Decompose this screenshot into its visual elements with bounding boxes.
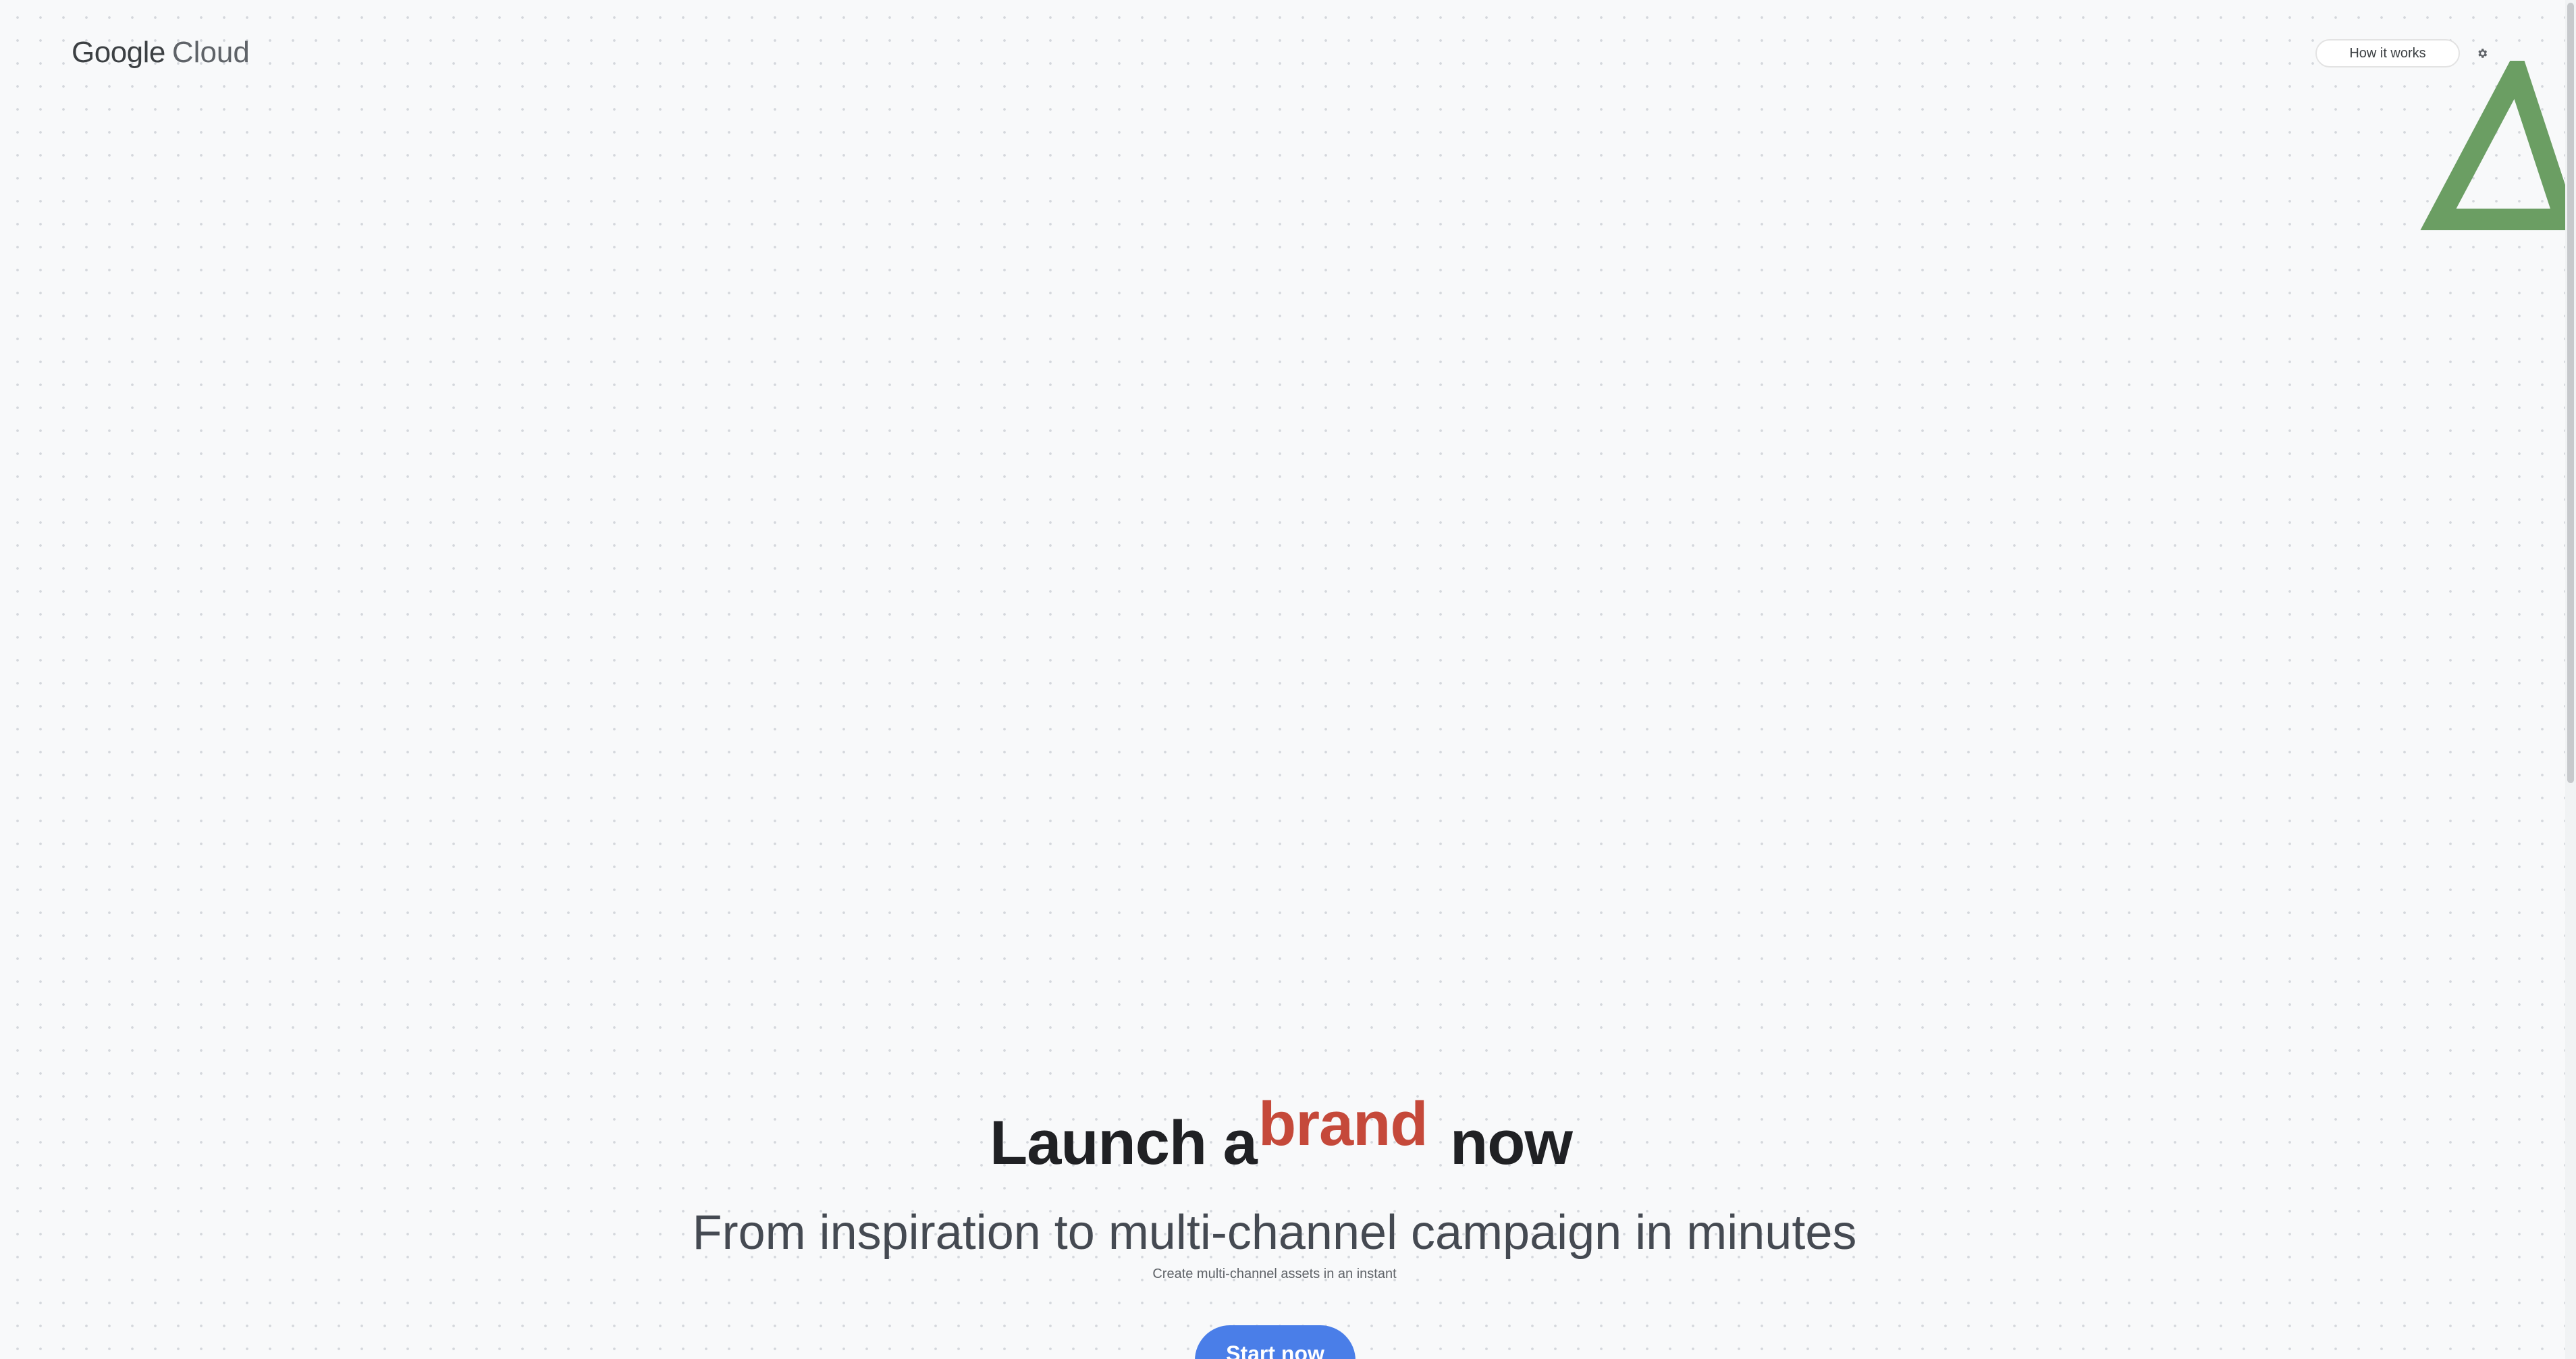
hero-tagline: Create multi-channel assets in an instan… (1152, 1267, 1397, 1281)
hero-subheadline: From inspiration to multi-channel campai… (692, 1206, 1857, 1260)
headline-suffix: now (1450, 1109, 1573, 1177)
gear-icon[interactable] (2473, 45, 2491, 62)
triangle-outline-icon (2420, 61, 2576, 230)
logo-brand-text: Google (72, 36, 165, 69)
start-now-button[interactable]: Start now (1195, 1325, 1356, 1359)
headline-prefix: Launch a (990, 1109, 1258, 1177)
hero-headline: Launch a brand now (0, 1087, 2549, 1188)
scrollbar-thumb[interactable] (2567, 3, 2574, 783)
logo-product-text: Cloud (171, 36, 250, 69)
headline-highlight-word: brand (1258, 1090, 1428, 1158)
google-cloud-logo[interactable]: Google Cloud (72, 34, 250, 72)
